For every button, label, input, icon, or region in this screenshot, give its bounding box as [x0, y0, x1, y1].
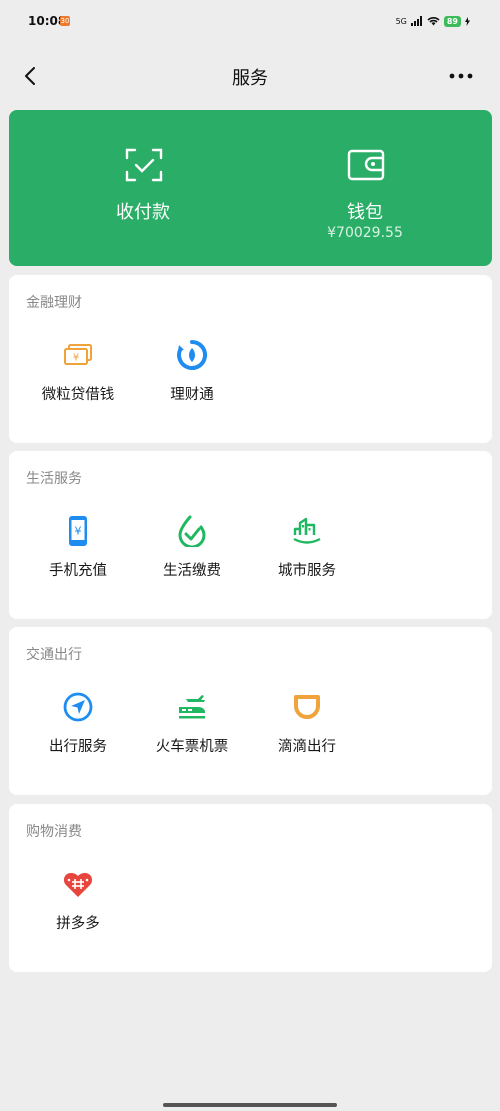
more-button[interactable]	[446, 64, 476, 88]
service-label: 拼多多	[56, 916, 100, 932]
cash-notes-icon: ¥	[64, 344, 92, 365]
section-title: 金融理财	[26, 295, 82, 311]
service-city-services[interactable]: 城市服务	[252, 515, 362, 595]
service-phone-recharge[interactable]: ¥ 手机充值	[23, 515, 133, 595]
svg-text:¥: ¥	[75, 525, 82, 538]
pay-wallet-banner: 收付款 钱包 ¥70029.55	[9, 110, 492, 266]
wallet-label: 钱包	[347, 202, 383, 223]
pay-receive-label: 收付款	[116, 202, 170, 223]
didi-icon	[294, 695, 320, 719]
wallet-balance: ¥70029.55	[327, 225, 403, 241]
section-finance: 金融理财 ¥ 微粒贷借钱 理财通	[9, 275, 492, 443]
wallet-icon	[347, 149, 385, 181]
scan-pay-icon	[125, 148, 163, 182]
battery-level: 89	[443, 15, 461, 27]
wallet-button[interactable]: 钱包 ¥70029.55	[265, 110, 465, 266]
signal-icon	[410, 16, 422, 26]
section-title: 生活服务	[26, 471, 82, 487]
service-label: 手机充值	[49, 563, 107, 579]
service-travel[interactable]: 出行服务	[23, 691, 133, 771]
nav-bar: 服务	[0, 52, 500, 100]
service-label: 滴滴出行	[278, 739, 336, 755]
home-indicator[interactable]	[163, 1103, 337, 1107]
phone-recharge-icon: ¥	[69, 516, 87, 546]
train-plane-icon	[179, 695, 205, 719]
service-label: 城市服务	[278, 563, 336, 579]
service-label: 生活缴费	[163, 563, 221, 579]
section-life-services: 生活服务 ¥ 手机充值 生活缴费 城市服务	[9, 451, 492, 619]
section-title: 交通出行	[26, 647, 82, 663]
charging-icon	[465, 16, 470, 26]
service-label: 出行服务	[49, 739, 107, 755]
service-licaitong[interactable]: 理财通	[137, 339, 247, 419]
pinduoduo-icon	[63, 873, 93, 897]
wifi-icon	[427, 17, 440, 26]
status-indicators: 5G 89	[396, 14, 470, 28]
notification-badge: 30	[60, 16, 70, 26]
pay-receive-button[interactable]: 收付款	[43, 110, 243, 266]
city-service-icon	[293, 517, 321, 544]
more-dots-icon	[449, 73, 473, 79]
section-shopping: 购物消费 拼多多	[9, 804, 492, 972]
network-label: 5G	[395, 16, 407, 26]
licaitong-icon	[177, 340, 208, 370]
service-utility-payment[interactable]: 生活缴费	[137, 515, 247, 595]
service-didi[interactable]: 滴滴出行	[252, 691, 362, 771]
service-label: 火车票机票	[155, 739, 229, 755]
section-transport: 交通出行 出行服务 火车票机票 滴滴出行	[9, 627, 492, 795]
service-label: 理财通	[170, 387, 214, 403]
svg-text:¥: ¥	[73, 353, 79, 364]
service-weilidai[interactable]: ¥ 微粒贷借钱	[23, 339, 133, 419]
navigation-icon	[63, 692, 93, 722]
service-label: 微粒贷借钱	[41, 387, 115, 403]
utility-payment-icon	[178, 515, 206, 547]
page-title: 服务	[232, 68, 268, 89]
section-title: 购物消费	[26, 824, 82, 840]
service-train-plane-tickets[interactable]: 火车票机票	[137, 691, 247, 771]
status-bar: 10:08 30 5G 89	[0, 0, 500, 44]
service-pinduoduo[interactable]: 拼多多	[23, 868, 133, 948]
